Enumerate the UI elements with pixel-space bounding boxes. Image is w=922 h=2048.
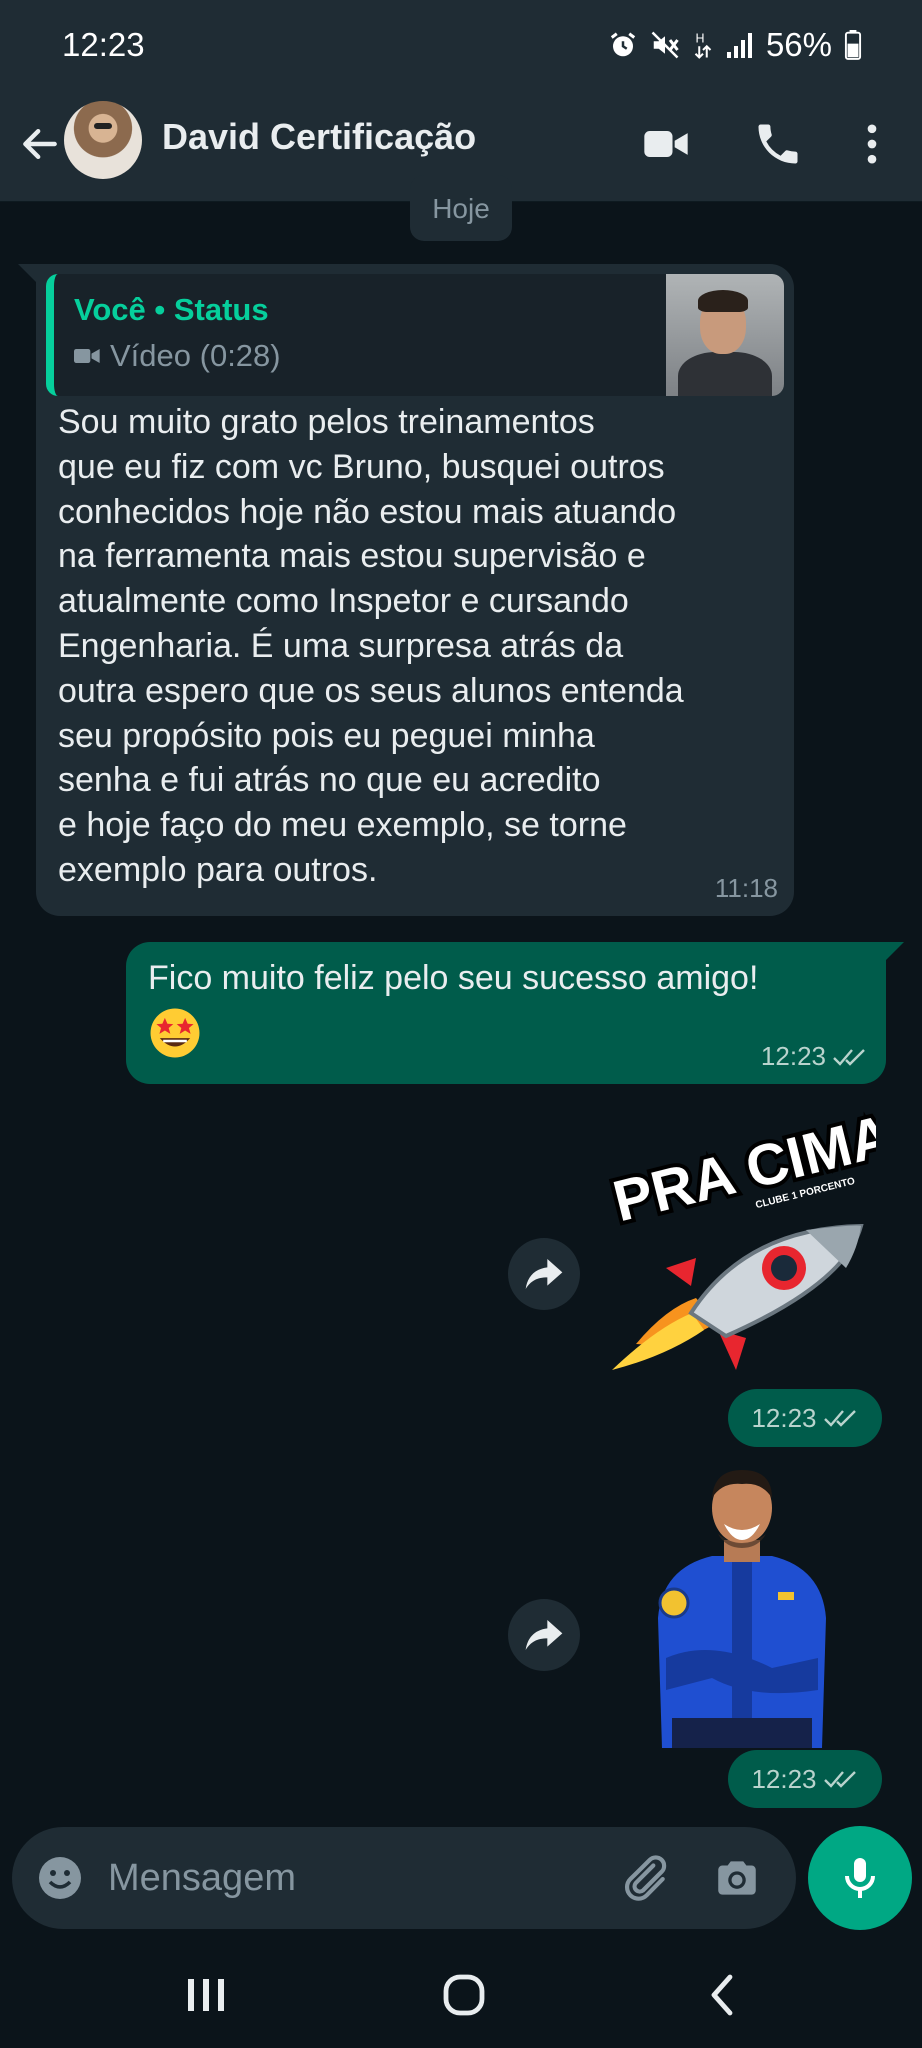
sticker-timestamp: 12:23 xyxy=(728,1750,882,1808)
battery-icon xyxy=(844,30,862,60)
person-sticker[interactable] xyxy=(652,1468,832,1748)
system-back-icon[interactable] xyxy=(700,1971,748,2019)
message-input[interactable] xyxy=(108,1849,588,1907)
home-icon[interactable] xyxy=(440,1971,488,2019)
message-composer xyxy=(12,1827,796,1929)
message-text: Fico muito feliz pelo seu sucesso amigo! xyxy=(148,959,759,997)
message-time: 11:18 xyxy=(714,873,778,903)
mute-icon xyxy=(651,31,679,59)
video-call-icon[interactable] xyxy=(640,118,692,170)
status-icons: H 56% xyxy=(608,26,862,64)
message-text: Sou muito grato pelos treinamentos que e… xyxy=(58,403,684,889)
contact-avatar[interactable] xyxy=(64,101,142,179)
double-check-icon xyxy=(823,1410,856,1427)
attach-icon[interactable] xyxy=(620,1853,670,1903)
video-icon xyxy=(74,349,100,363)
outgoing-message-bubble[interactable]: Fico muito feliz pelo seu sucesso amigo!… xyxy=(126,942,904,1084)
star-struck-emoji-icon xyxy=(150,1008,200,1058)
status-time: 12:23 xyxy=(62,26,145,63)
voice-message-button[interactable] xyxy=(808,1826,912,1930)
double-check-icon xyxy=(823,1771,856,1788)
svg-text:H: H xyxy=(695,32,704,46)
message-time: 12:23 xyxy=(751,1402,817,1433)
quote-type-label: Vídeo (0:28) xyxy=(110,338,281,373)
message-time: 12:23 xyxy=(751,1763,817,1794)
more-options-icon[interactable] xyxy=(846,118,898,170)
sticker-title: PRA CIMAAA! xyxy=(607,1108,876,1234)
back-arrow-icon[interactable] xyxy=(18,122,62,166)
data-transfer-icon: H xyxy=(694,32,712,59)
system-navigation-bar xyxy=(0,1943,922,2048)
date-chip: Hoje xyxy=(410,175,512,241)
alarm-icon xyxy=(610,32,636,57)
forward-icon xyxy=(525,1259,563,1289)
rocket-icon xyxy=(612,1223,864,1370)
forward-button[interactable] xyxy=(508,1599,580,1671)
quoted-status-reply[interactable]: Você • Status Vídeo (0:28) xyxy=(46,274,784,396)
message-meta: 12:23 xyxy=(761,1041,868,1072)
status-video-thumbnail xyxy=(666,274,784,396)
signal-icon xyxy=(726,33,752,58)
emoji-icon[interactable] xyxy=(36,1854,84,1902)
sticker-timestamp: 12:23 xyxy=(728,1389,882,1447)
recent-apps-icon[interactable] xyxy=(184,1975,228,2015)
voice-call-icon[interactable] xyxy=(752,118,804,170)
forward-button[interactable] xyxy=(508,1238,580,1310)
contact-name[interactable]: David Certificação xyxy=(162,116,476,158)
incoming-message-bubble[interactable]: Você • Status Vídeo (0:28) Sou muito gra… xyxy=(18,264,794,916)
person-illustration-icon xyxy=(658,1470,826,1748)
forward-icon xyxy=(525,1620,563,1650)
microphone-icon xyxy=(845,1858,875,1898)
double-check-icon xyxy=(833,1048,865,1066)
status-bar: 12:23 H 56% xyxy=(0,0,922,92)
quote-media-type: Vídeo (0:28) xyxy=(74,338,281,374)
rocket-sticker[interactable]: PRA CIMAAA! PRA CIMAAA! CLUBE 1 PORCENTO xyxy=(596,1108,876,1376)
camera-icon[interactable] xyxy=(712,1853,762,1903)
message-time: 12:23 xyxy=(760,1041,826,1071)
quote-author: Você • Status xyxy=(74,292,269,327)
battery-percent: 56% xyxy=(765,26,832,63)
